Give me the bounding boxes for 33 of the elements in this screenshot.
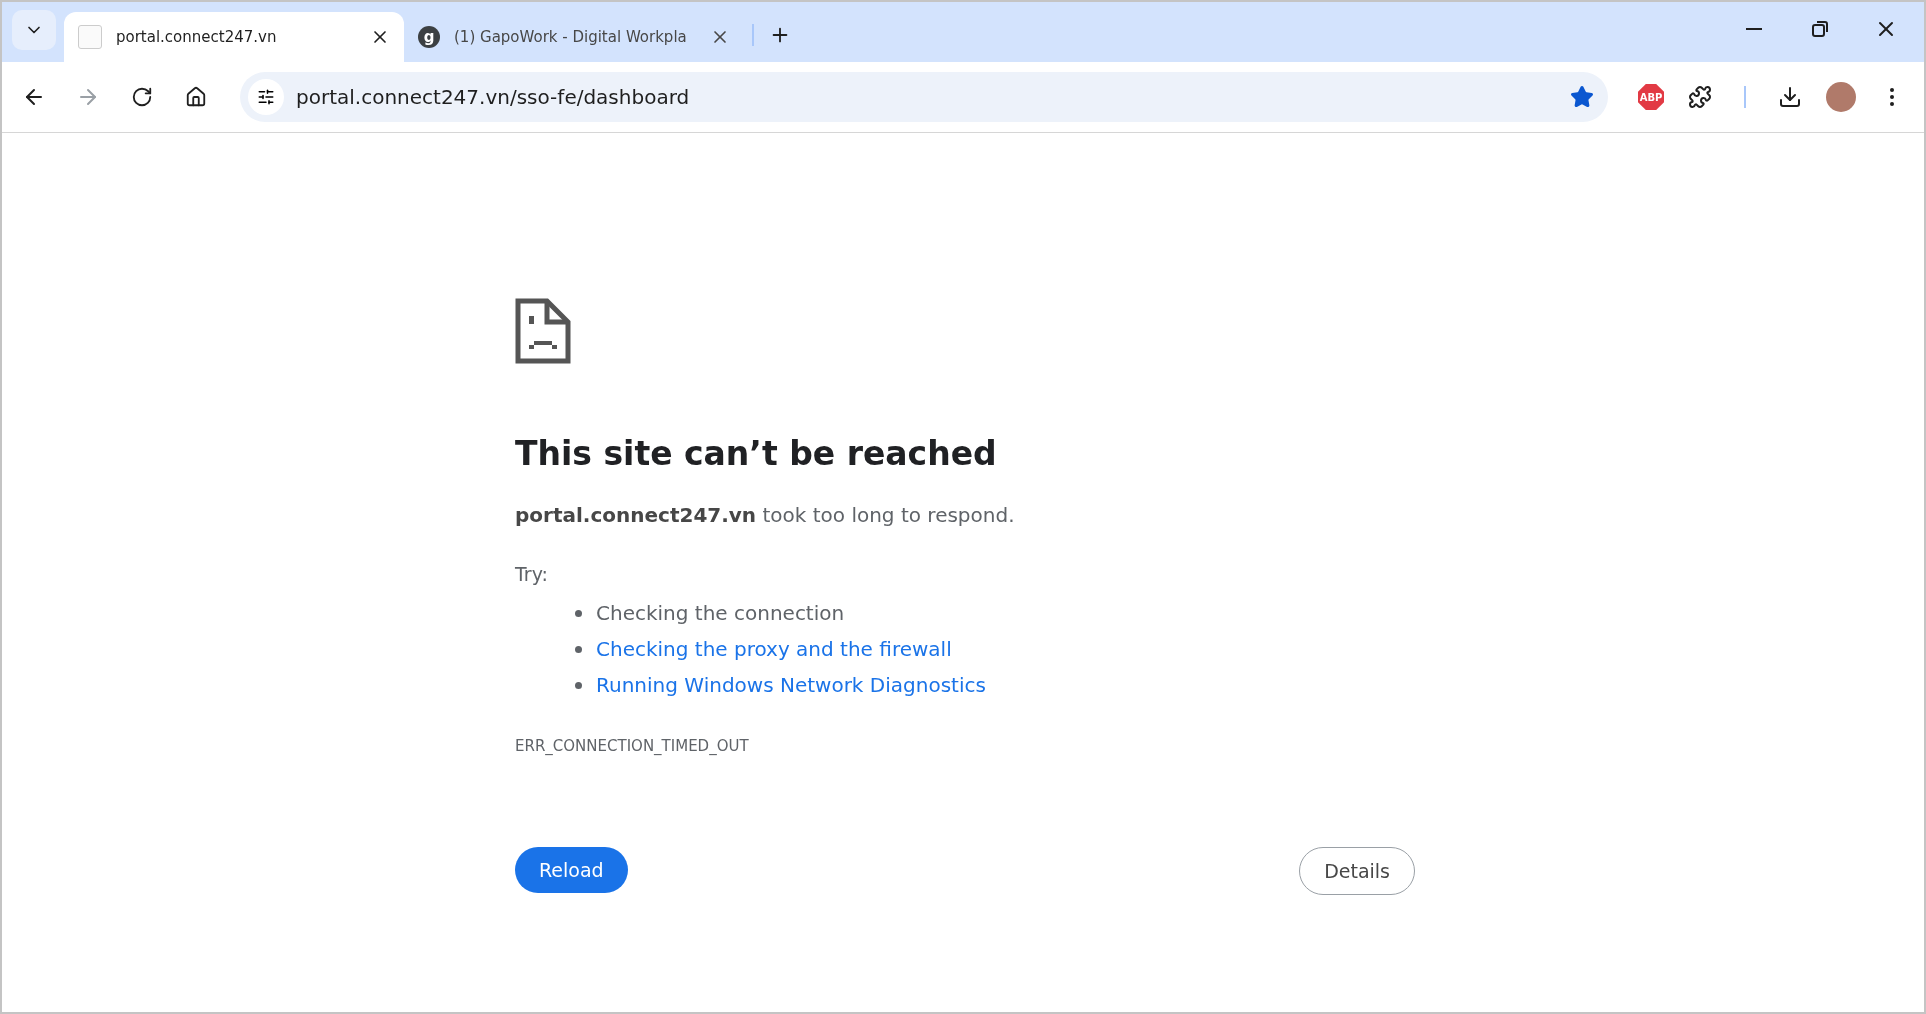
puzzle-icon: [1688, 85, 1712, 109]
error-title: This site can’t be reached: [515, 434, 998, 473]
minimize-icon: [1746, 28, 1762, 30]
url-field[interactable]: portal.connect247.vn/sso-fe/dashboard: [294, 84, 1560, 110]
browser-tab[interactable]: g (1) GapoWork - Digital Workpla: [404, 12, 744, 62]
adblock-extension-icon[interactable]: ABP: [1638, 84, 1664, 110]
home-icon: [185, 86, 207, 108]
suggestion-text: Checking the connection: [596, 600, 845, 627]
reload-icon: [131, 86, 153, 108]
suggestion-link[interactable]: Checking the proxy and the firewall: [596, 631, 952, 667]
tab-title: (1) GapoWork - Digital Workpla: [454, 28, 688, 46]
suggestion-link[interactable]: Running Windows Network Diagnostics: [596, 667, 986, 703]
browser-tab[interactable]: portal.connect247.vn: [64, 12, 404, 62]
bullet-icon: [575, 681, 582, 689]
bullet-icon: [575, 609, 582, 617]
error-code: ERR_CONNECTION_TIMED_OUT: [515, 737, 750, 755]
tab-title: portal.connect247.vn: [116, 28, 278, 46]
menu-dots-icon: [1890, 88, 1894, 106]
bookmark-star-icon[interactable]: [1570, 85, 1594, 109]
bullet-icon: [575, 645, 582, 653]
sliders-icon: [257, 88, 275, 106]
profile-avatar[interactable]: [1826, 82, 1856, 112]
error-message: portal.connect247.vn took too long to respond.: [515, 503, 1016, 527]
site-favicon: g: [418, 26, 440, 48]
reload-page-button[interactable]: Reload: [515, 847, 628, 893]
restore-icon: [1811, 20, 1829, 38]
address-bar[interactable]: portal.connect247.vn/sso-fe/dashboard: [240, 72, 1608, 122]
details-button[interactable]: Details: [1299, 847, 1415, 895]
try-label: Try:: [515, 563, 549, 585]
site-settings-button[interactable]: [248, 79, 284, 115]
sad-page-icon: [515, 298, 571, 364]
download-icon: [1778, 85, 1802, 109]
site-favicon: [78, 25, 102, 49]
